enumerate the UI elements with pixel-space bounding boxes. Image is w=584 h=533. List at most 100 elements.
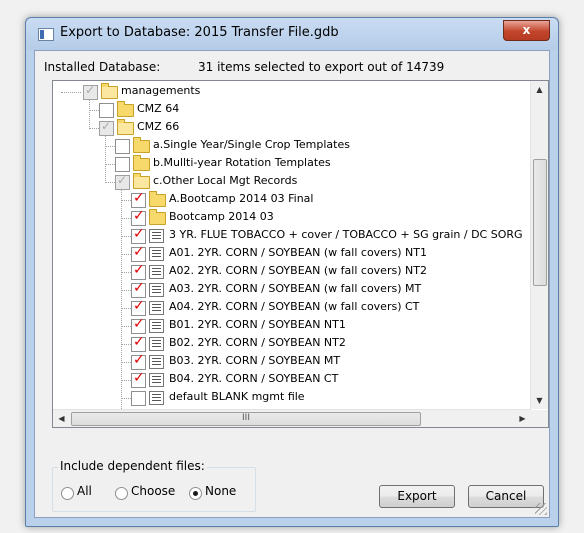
folder-icon bbox=[133, 137, 150, 153]
tree-item[interactable]: A.Bootcamp 2014 03 Final bbox=[53, 190, 529, 209]
close-icon: x bbox=[522, 23, 531, 37]
tree-item-label[interactable]: managements bbox=[121, 84, 200, 97]
tree-item[interactable]: A02. 2YR. CORN / SOYBEAN (w fall covers)… bbox=[53, 262, 529, 281]
tree-item-label[interactable]: B04. 2YR. CORN / SOYBEAN CT bbox=[169, 372, 338, 385]
tree-item[interactable]: 3 YR. FLUE TOBACCO + cover / TOBACCO + S… bbox=[53, 226, 529, 245]
scroll-down-icon[interactable]: ▼ bbox=[531, 392, 548, 409]
tree-item-label[interactable]: CMZ 66 bbox=[137, 120, 179, 133]
folder-icon bbox=[133, 155, 150, 171]
window-title: Export to Database: 2015 Transfer File.g… bbox=[60, 25, 339, 40]
tree-item[interactable]: B02. 2YR. CORN / SOYBEAN NT2 bbox=[53, 334, 529, 353]
tree-branch-connector bbox=[121, 272, 131, 273]
export-button[interactable]: Export bbox=[379, 485, 455, 508]
tree-item-checkbox[interactable] bbox=[131, 280, 146, 298]
installed-database-info: Installed Database: 31 items selected to… bbox=[44, 60, 444, 74]
tree-item-label[interactable]: A02. 2YR. CORN / SOYBEAN (w fall covers)… bbox=[169, 264, 427, 277]
tree-item-label[interactable]: CMZ 64 bbox=[137, 102, 179, 115]
tree-item[interactable]: A03. 2YR. CORN / SOYBEAN (w fall covers)… bbox=[53, 280, 529, 299]
tree-item-label[interactable]: default BLANK mgmt file bbox=[169, 390, 305, 403]
document-icon bbox=[149, 355, 164, 369]
folder-icon bbox=[117, 101, 134, 117]
tree-item-checkbox[interactable] bbox=[131, 190, 146, 208]
folder-icon bbox=[149, 209, 166, 225]
tree-item[interactable]: CMZ 64 bbox=[53, 101, 529, 119]
tree-item-checkbox[interactable] bbox=[131, 391, 146, 406]
tree-item[interactable]: A01. 2YR. CORN / SOYBEAN (w fall covers)… bbox=[53, 244, 529, 263]
tree-item-checkbox[interactable] bbox=[131, 370, 146, 388]
scroll-up-icon[interactable]: ▲ bbox=[531, 81, 548, 98]
tree-item[interactable]: a.Single Year/Single Crop Templates bbox=[53, 137, 529, 155]
tree-item-label[interactable]: 3 YR. FLUE TOBACCO + cover / TOBACCO + S… bbox=[169, 228, 523, 241]
tree-item-label[interactable]: B01. 2YR. CORN / SOYBEAN NT1 bbox=[169, 318, 346, 331]
tree-item[interactable]: A04. 2YR. CORN / SOYBEAN (w fall covers)… bbox=[53, 298, 529, 317]
vertical-scrollbar[interactable]: ▲ ▼ bbox=[530, 81, 548, 409]
cancel-button[interactable]: Cancel bbox=[468, 485, 544, 508]
folder-icon bbox=[149, 191, 166, 207]
tree-branch-connector bbox=[121, 380, 131, 381]
tree-item[interactable]: CMZ 66 bbox=[53, 119, 529, 137]
tree-branch-connector bbox=[89, 110, 99, 111]
tree-branch-connector bbox=[121, 254, 131, 255]
tree-item-checkbox[interactable] bbox=[99, 103, 114, 118]
folder-open-icon bbox=[101, 83, 118, 99]
title-bar[interactable]: Export to Database: 2015 Transfer File.g… bbox=[26, 18, 558, 50]
tree-branch-connector bbox=[121, 236, 131, 237]
tree-item-checkbox[interactable] bbox=[131, 244, 146, 262]
tree-item-checkbox[interactable] bbox=[131, 262, 146, 280]
resize-grip[interactable] bbox=[535, 503, 547, 515]
radio-all[interactable] bbox=[61, 487, 74, 500]
tree-item-checkbox[interactable] bbox=[131, 352, 146, 370]
radio-all-label[interactable]: All bbox=[77, 484, 92, 498]
export-tree[interactable]: managements CMZ 64 CMZ 66 a.Single Year/Sin… bbox=[52, 80, 549, 428]
tree-item[interactable]: b.Mullti-year Rotation Templates bbox=[53, 155, 529, 173]
tree-item-label[interactable]: B02. 2YR. CORN / SOYBEAN NT2 bbox=[169, 336, 346, 349]
scroll-right-icon[interactable]: ▶ bbox=[514, 410, 531, 427]
document-icon bbox=[149, 229, 164, 243]
tree-item-label[interactable]: A01. 2YR. CORN / SOYBEAN (w fall covers)… bbox=[169, 246, 427, 259]
tree-item-checkbox[interactable] bbox=[131, 208, 146, 226]
tree-branch-connector bbox=[89, 128, 99, 129]
tree-item[interactable]: c.Other Local Mgt Records bbox=[53, 173, 529, 191]
tree-branch-connector bbox=[121, 362, 131, 363]
tree-item-checkbox[interactable] bbox=[131, 334, 146, 352]
radio-choose[interactable] bbox=[115, 487, 128, 500]
tree-item-checkbox[interactable] bbox=[115, 157, 130, 172]
tree-item-label[interactable]: A03. 2YR. CORN / SOYBEAN (w fall covers)… bbox=[169, 282, 421, 295]
scroll-left-icon[interactable]: ◀ bbox=[53, 410, 70, 427]
document-icon bbox=[149, 319, 164, 333]
document-icon bbox=[149, 265, 164, 279]
tree-branch-connector bbox=[121, 308, 131, 309]
tree-item-checkbox[interactable] bbox=[99, 119, 114, 136]
tree-item[interactable]: B01. 2YR. CORN / SOYBEAN NT1 bbox=[53, 316, 529, 335]
document-icon bbox=[149, 301, 164, 315]
radio-none[interactable] bbox=[189, 487, 202, 500]
radio-none-label[interactable]: None bbox=[205, 484, 236, 498]
tree-item[interactable]: Bootcamp 2014 03 bbox=[53, 208, 529, 227]
horizontal-scrollbar[interactable]: ◀ III ▶ bbox=[53, 409, 531, 427]
close-button[interactable]: x bbox=[503, 20, 550, 41]
tree-item-label[interactable]: a.Single Year/Single Crop Templates bbox=[153, 138, 350, 151]
vertical-scroll-thumb[interactable] bbox=[533, 159, 547, 286]
tree-item[interactable]: B03. 2YR. CORN / SOYBEAN MT bbox=[53, 352, 529, 371]
tree-item-checkbox[interactable] bbox=[115, 139, 130, 154]
tree-item-checkbox[interactable] bbox=[115, 173, 130, 190]
tree-item-label[interactable]: A04. 2YR. CORN / SOYBEAN (w fall covers)… bbox=[169, 300, 419, 313]
tree-item-checkbox[interactable] bbox=[83, 83, 98, 100]
tree-item[interactable]: B04. 2YR. CORN / SOYBEAN CT bbox=[53, 370, 529, 389]
tree-item-label[interactable]: c.Other Local Mgt Records bbox=[153, 174, 297, 187]
export-dialog: Export to Database: 2015 Transfer File.g… bbox=[25, 17, 559, 527]
window-app-icon bbox=[38, 28, 54, 41]
horizontal-scroll-thumb[interactable]: III bbox=[71, 412, 421, 426]
tree-item-checkbox[interactable] bbox=[131, 298, 146, 316]
scrollbar-corner bbox=[531, 410, 548, 427]
tree-branch-connector bbox=[121, 344, 131, 345]
tree-item-checkbox[interactable] bbox=[131, 316, 146, 334]
tree-item-label[interactable]: A.Bootcamp 2014 03 Final bbox=[169, 192, 313, 205]
radio-choose-label[interactable]: Choose bbox=[131, 484, 175, 498]
tree-item-label[interactable]: Bootcamp 2014 03 bbox=[169, 210, 274, 223]
tree-item[interactable]: managements bbox=[53, 83, 529, 101]
tree-item[interactable]: default BLANK mgmt file bbox=[53, 389, 529, 407]
tree-item-checkbox[interactable] bbox=[131, 226, 146, 244]
tree-item-label[interactable]: B03. 2YR. CORN / SOYBEAN MT bbox=[169, 354, 340, 367]
tree-item-label[interactable]: b.Mullti-year Rotation Templates bbox=[153, 156, 331, 169]
